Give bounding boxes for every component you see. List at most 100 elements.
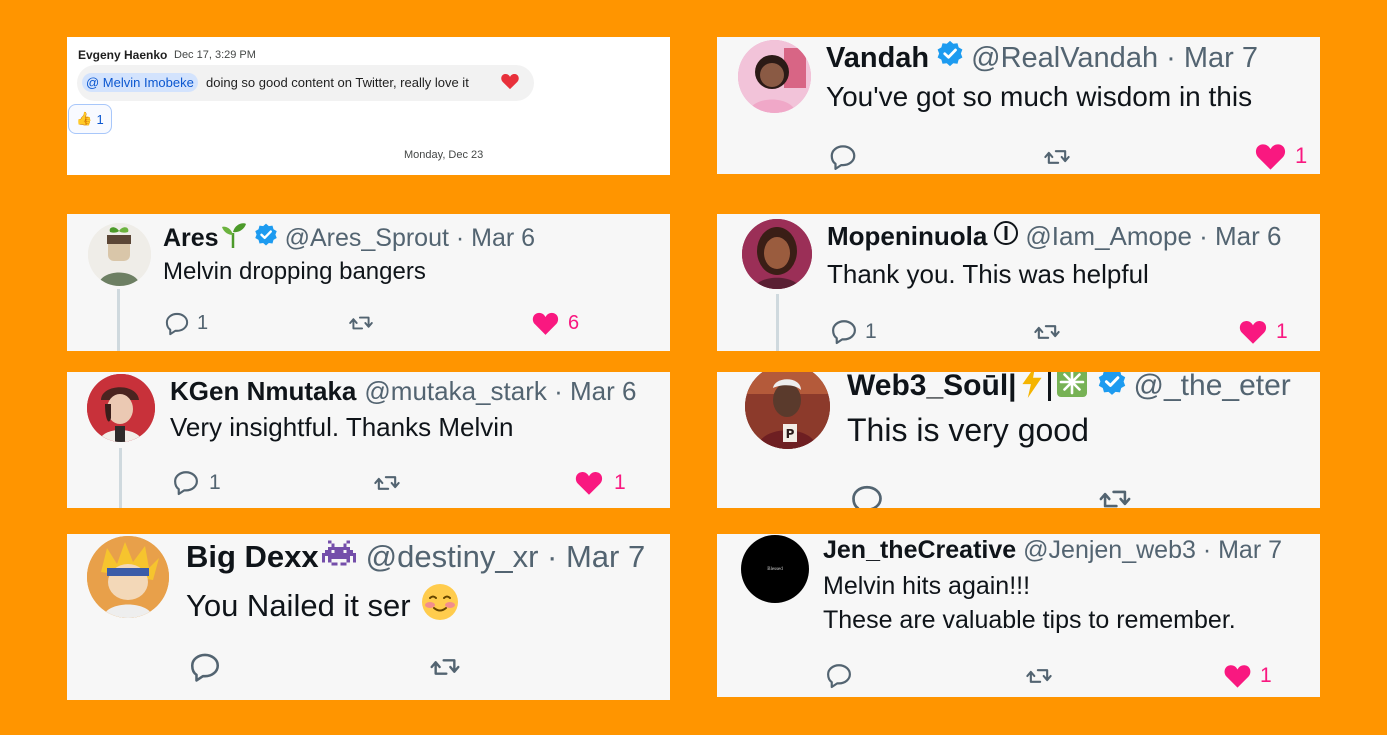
- tweet-card-vandah: Vandah @RealVandah · Mar 7 You've got so…: [717, 37, 1320, 174]
- like-button[interactable]: 1: [1238, 318, 1288, 345]
- sparkle-box-icon: [1056, 372, 1088, 406]
- author-name[interactable]: Big Dexx: [186, 539, 319, 575]
- reply-button[interactable]: 1: [829, 317, 877, 346]
- avatar[interactable]: [87, 374, 155, 442]
- tweet-text: Thank you. This was helpful: [827, 259, 1149, 289]
- retweet-icon: [1026, 669, 1052, 683]
- like-button[interactable]: 1: [1254, 141, 1307, 171]
- author-name[interactable]: Ares: [163, 224, 219, 253]
- author-handle[interactable]: @RealVandah · Mar 7: [971, 42, 1258, 75]
- author-handle[interactable]: @mutaka_stark · Mar 6: [364, 376, 636, 407]
- tweet-card-jen-thecreative: Blessed Jen_theCreative @Jenjen_web3 · M…: [717, 534, 1320, 697]
- avatar[interactable]: [88, 223, 151, 286]
- avatar[interactable]: [738, 40, 811, 113]
- tweet-card-big-dexx: Big Dexx @destiny_xr · Mar 7 You Nailed …: [67, 534, 670, 700]
- thumbs-up-icon: 👍: [76, 111, 93, 126]
- chat-timestamp: Dec 17, 3:29 PM: [174, 49, 256, 61]
- author-name[interactable]: Jen_theCreative: [823, 536, 1016, 565]
- avatar[interactable]: [87, 536, 169, 618]
- tweet-text-line2: These are valuable tips to remember.: [823, 606, 1236, 634]
- tweet-header: Jen_theCreative @Jenjen_web3 · Mar 7: [823, 534, 1282, 566]
- author-handle[interactable]: @_the_eter: [1134, 372, 1291, 403]
- author-name[interactable]: Vandah: [826, 42, 929, 75]
- like-button[interactable]: 6: [531, 310, 579, 336]
- retweet-button[interactable]: [1094, 482, 1136, 508]
- heart-icon: [1255, 144, 1286, 170]
- retweet-icon: [349, 316, 373, 330]
- tweet-card-ares: Ares @Ares_Sprout · Mar 6 Melvin droppin…: [67, 214, 670, 351]
- tweet-text: You Nailed it ser: [186, 588, 411, 623]
- like-count: 1: [1260, 663, 1272, 687]
- reply-icon: [830, 145, 856, 170]
- reaction-count: 1: [96, 111, 104, 127]
- author-handle[interactable]: @destiny_xr · Mar 7: [366, 539, 646, 575]
- avatar-text: Blessed: [767, 566, 783, 572]
- retweet-icon: [1044, 150, 1070, 164]
- author-handle[interactable]: @Iam_Amope · Mar 6: [1025, 221, 1281, 252]
- reply-icon: [174, 471, 198, 496]
- date-separator: Monday, Dec 23: [404, 149, 484, 161]
- reply-count: 1: [209, 470, 221, 494]
- verified-badge-icon: [253, 222, 279, 255]
- like-button[interactable]: 1: [1223, 662, 1272, 689]
- reaction-chip[interactable]: 👍 1: [68, 104, 112, 134]
- avatar[interactable]: P: [745, 372, 830, 449]
- reply-button[interactable]: 1: [163, 310, 208, 337]
- tweet-text-line1: Melvin hits again!!!: [823, 572, 1031, 600]
- reply-count: 1: [197, 312, 209, 334]
- tweet-text: You've got so much wisdom in this: [826, 81, 1253, 112]
- heart-icon: [1224, 665, 1251, 688]
- author-handle[interactable]: @Ares_Sprout · Mar 6: [285, 224, 535, 253]
- heart-icon: [1239, 321, 1267, 344]
- author-handle[interactable]: @Jenjen_web3 · Mar 7: [1023, 536, 1282, 565]
- lightning-icon: [1019, 372, 1045, 407]
- reply-button[interactable]: [827, 142, 859, 172]
- seedling-icon: [221, 221, 247, 256]
- reply-button[interactable]: [824, 661, 854, 690]
- author-name[interactable]: Web3_Soūl|: [847, 372, 1017, 403]
- retweet-button[interactable]: [370, 469, 404, 497]
- retweet-button[interactable]: [425, 651, 465, 683]
- avatar[interactable]: [742, 219, 812, 289]
- chat-message-card: Evgeny Haenko Dec 17, 3:29 PM @ Melvin I…: [67, 37, 670, 175]
- retweet-icon: [430, 659, 460, 675]
- thread-line: [119, 448, 122, 508]
- like-count: 1: [1276, 319, 1288, 343]
- verified-badge-icon: [1096, 372, 1128, 406]
- tweet-card-kgen: KGen Nmutaka @mutaka_stark · Mar 6 Very …: [67, 372, 670, 508]
- retweet-button[interactable]: [345, 310, 377, 336]
- tweet-header: Vandah @RealVandah · Mar 7: [826, 40, 1258, 76]
- tweet-header: Big Dexx @destiny_xr · Mar 7: [186, 537, 645, 577]
- retweet-button[interactable]: [1030, 318, 1064, 346]
- tweet-header: KGen Nmutaka @mutaka_stark · Mar 6: [170, 374, 636, 408]
- tweet-text-row: You Nailed it ser: [186, 583, 459, 629]
- reply-button[interactable]: 1: [171, 468, 221, 497]
- heart-icon: [575, 472, 603, 495]
- thread-line: [117, 289, 120, 351]
- like-count: 1: [614, 470, 626, 494]
- reply-icon: [827, 664, 851, 689]
- retweet-button[interactable]: [1022, 662, 1056, 690]
- tweet-header: Mopeninuola @Iam_Amope · Mar 6: [827, 220, 1281, 252]
- retweet-icon: [1099, 490, 1131, 508]
- divider-bar: [1047, 372, 1051, 401]
- reply-count: 1: [865, 319, 877, 343]
- reply-button[interactable]: [848, 482, 886, 508]
- reply-icon: [832, 320, 856, 345]
- like-button[interactable]: 1: [574, 469, 626, 496]
- mention-chip[interactable]: @ Melvin Imobeke: [82, 73, 198, 92]
- like-count: 6: [568, 311, 580, 334]
- retweet-icon: [374, 476, 400, 490]
- author-name[interactable]: KGen Nmutaka: [170, 376, 356, 407]
- retweet-icon: [1034, 325, 1060, 339]
- tweet-card-mopeninuola: Mopeninuola @Iam_Amope · Mar 6 Thank you…: [717, 214, 1320, 351]
- avatar[interactable]: Blessed: [741, 535, 809, 603]
- tweet-header: Web3_Soūl| @_the_eter: [847, 372, 1291, 404]
- retweet-button[interactable]: [1039, 143, 1075, 171]
- reply-button[interactable]: [187, 650, 223, 684]
- info-circle-icon: [993, 220, 1019, 253]
- blushing-smile-icon: [421, 583, 459, 629]
- author-name[interactable]: Mopeninuola: [827, 221, 987, 252]
- svg-text:P: P: [786, 427, 795, 441]
- chat-message-text: doing so good content on Twitter, really…: [206, 75, 469, 90]
